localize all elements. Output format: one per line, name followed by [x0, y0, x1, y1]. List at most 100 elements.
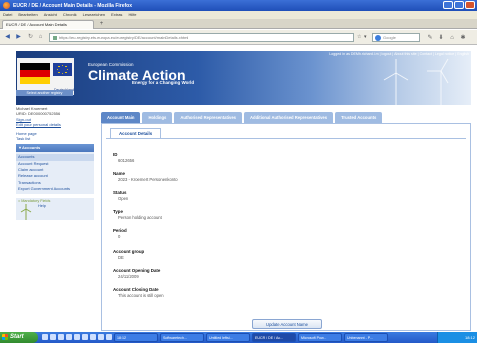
field-value: DE — [118, 255, 124, 260]
top-links[interactable]: Logged in as DEMh.richard.l.m | logout |… — [329, 52, 469, 56]
left-sidebar: Michael Kroemert URID: DE000000752556 Si… — [16, 106, 94, 221]
climate-action-banner: Logged in as DEMh.richard.l.m | logout |… — [16, 51, 471, 105]
close-button[interactable] — [465, 1, 475, 9]
browser-tab[interactable]: EUCR / DE / Account Main Details — [2, 20, 94, 29]
taskbar-button[interactable]: Unbenannt - P... — [344, 333, 388, 342]
menu-item[interactable]: Lesezeichen — [83, 11, 105, 19]
maximize-button[interactable] — [454, 1, 464, 9]
field-label: Account Closing Date — [113, 287, 159, 292]
google-icon — [375, 35, 381, 41]
field-label: Account group — [113, 249, 145, 254]
quicklaunch-icon[interactable] — [82, 334, 88, 340]
field-type: Type Person holding account — [113, 209, 162, 220]
bookmark-icon[interactable]: ✎ — [426, 34, 434, 42]
subtab-divider — [106, 138, 466, 139]
mandatory-fields-note: = Mandatory Fields — [18, 199, 51, 204]
quicklaunch-icon[interactable] — [66, 334, 72, 340]
account-tabs: Account Main Holdings Authorised Represe… — [101, 112, 471, 123]
web-page: Logged in as DEMh.richard.l.m | logout |… — [0, 46, 477, 332]
minimize-button[interactable] — [443, 1, 453, 9]
taskbar-button[interactable]: Untitled leftsi... — [206, 333, 250, 342]
addon-icon[interactable]: ✱ — [459, 34, 467, 42]
tab-additional-authorised-representatives[interactable]: Additional Authorised Representatives — [244, 112, 334, 123]
quicklaunch-icon[interactable] — [98, 334, 104, 340]
url-bar[interactable]: https://eu-registry.ets.europa.eu/euregi… — [49, 33, 354, 42]
wind-turbine-icon — [427, 58, 449, 105]
menu-item[interactable]: Ansicht — [44, 11, 57, 19]
taskbar-button-active[interactable]: EUCR / DE / Ac... — [252, 333, 296, 342]
menu-item[interactable]: Extras — [111, 11, 122, 19]
accounts-menu: Accounts Account Request Claim account R… — [16, 152, 94, 195]
field-label: Account Opening Date — [113, 268, 161, 273]
browser-tab-strip: EUCR / DE / Account Main Details + — [0, 19, 477, 29]
field-period: Period 0 — [113, 228, 127, 239]
field-account-group: Account group DE — [113, 249, 144, 260]
window-controls — [443, 1, 475, 9]
field-value: 24/11/2009 — [118, 274, 139, 279]
accounts-section-title: Accounts — [21, 145, 41, 151]
task-list-link[interactable]: Task list — [16, 136, 94, 141]
menu-bar: Datei Bearbeiten Ansicht Chronik Lesezei… — [0, 11, 477, 19]
dropdown-icon[interactable]: ▾ — [364, 33, 367, 42]
start-button[interactable]: Start — [0, 332, 38, 343]
tab-account-main[interactable]: Account Main — [101, 112, 141, 123]
home-toolbar-icon[interactable]: ⌂ — [448, 34, 456, 42]
taskbar-button[interactable]: Softwaretech... — [160, 333, 204, 342]
quicklaunch-icon[interactable] — [106, 334, 112, 340]
accounts-section-header[interactable]: ▾ Accounts — [16, 144, 94, 153]
new-tab-button[interactable]: + — [97, 21, 106, 28]
windows-logo-icon — [2, 334, 8, 340]
field-label: Period — [113, 228, 127, 233]
clock[interactable]: 18:12 — [465, 335, 475, 340]
quicklaunch-icon[interactable] — [90, 334, 96, 340]
field-label: Status — [113, 190, 127, 195]
quicklaunch-icon[interactable] — [74, 334, 80, 340]
field-value: This account is still open — [118, 293, 164, 298]
tab-trusted-accounts[interactable]: Trusted Accounts — [335, 112, 383, 123]
field-value: 0 — [118, 234, 121, 239]
account-main-panel: Account Details ID 6012656 Name 2023 - K… — [101, 123, 471, 331]
taskbar-button[interactable]: Microsoft Pow... — [298, 333, 342, 342]
menu-item[interactable]: Bearbeiten — [18, 11, 37, 19]
field-account-closing-date: Account Closing Date This account is sti… — [113, 287, 164, 298]
forward-arrow-icon[interactable]: ▶ — [14, 33, 23, 42]
field-status: Status Open — [113, 190, 128, 201]
field-id: ID 6012656 — [113, 152, 134, 163]
sidebar-item-export-government-accounts[interactable]: Export Government Accounts — [16, 186, 94, 192]
eu-logo-icon — [53, 63, 72, 76]
germany-flag-icon — [20, 63, 50, 84]
search-box[interactable]: Google — [372, 33, 420, 42]
tab-authorised-representatives[interactable]: Authorised Representatives — [174, 112, 242, 123]
field-label: ID — [113, 152, 118, 157]
windows-taskbar: Start 18:12 Softwaretech... Untitled lef… — [0, 332, 477, 343]
mandatory-fields-box: = Mandatory Fields Help — [16, 198, 94, 221]
window-title: EUCR / DE / Account Main Details - Mozil… — [13, 3, 132, 9]
menu-item[interactable]: Hilfe — [128, 11, 136, 19]
quicklaunch-icon[interactable] — [42, 334, 48, 340]
window-titlebar: EUCR / DE / Account Main Details - Mozil… — [0, 0, 477, 11]
wind-turbine-icon — [383, 59, 409, 105]
help-link[interactable]: Help — [38, 204, 46, 208]
reload-icon[interactable]: ↻ — [26, 33, 35, 42]
search-placeholder: Google — [383, 35, 396, 40]
star-icon[interactable]: ☆ — [357, 33, 361, 42]
download-icon[interactable]: ⬇ — [437, 34, 445, 42]
field-value: 2023 - Kroemert Personenkonto — [118, 177, 178, 182]
home-icon[interactable]: ⌂ — [36, 33, 45, 42]
update-account-name-button[interactable]: Update Account Name — [252, 319, 322, 329]
field-label: Name — [113, 171, 125, 176]
tab-holdings[interactable]: Holdings — [142, 112, 173, 123]
quicklaunch-icon[interactable] — [50, 334, 56, 340]
taskbar-button[interactable]: 18:12 — [114, 333, 158, 342]
tab-account-details[interactable]: Account Details — [110, 128, 162, 138]
navigation-toolbar: ◀ ▶ ↻ ⌂ https://eu-registry.ets.europa.e… — [0, 30, 477, 45]
back-arrow-icon[interactable]: ◀ — [3, 33, 12, 42]
quicklaunch-icon[interactable] — [58, 334, 64, 340]
menu-item[interactable]: Chronik — [63, 11, 77, 19]
banner-subtitle: Energy for a Changing World — [132, 80, 195, 85]
url-text: https://eu-registry.ets.europa.eu/euregi… — [59, 35, 189, 40]
wind-turbine-small-icon — [20, 204, 32, 221]
menu-item[interactable]: Datei — [3, 11, 12, 19]
site-favicon-icon — [53, 35, 57, 40]
select-registry-button[interactable]: Select another registry — [16, 90, 73, 96]
